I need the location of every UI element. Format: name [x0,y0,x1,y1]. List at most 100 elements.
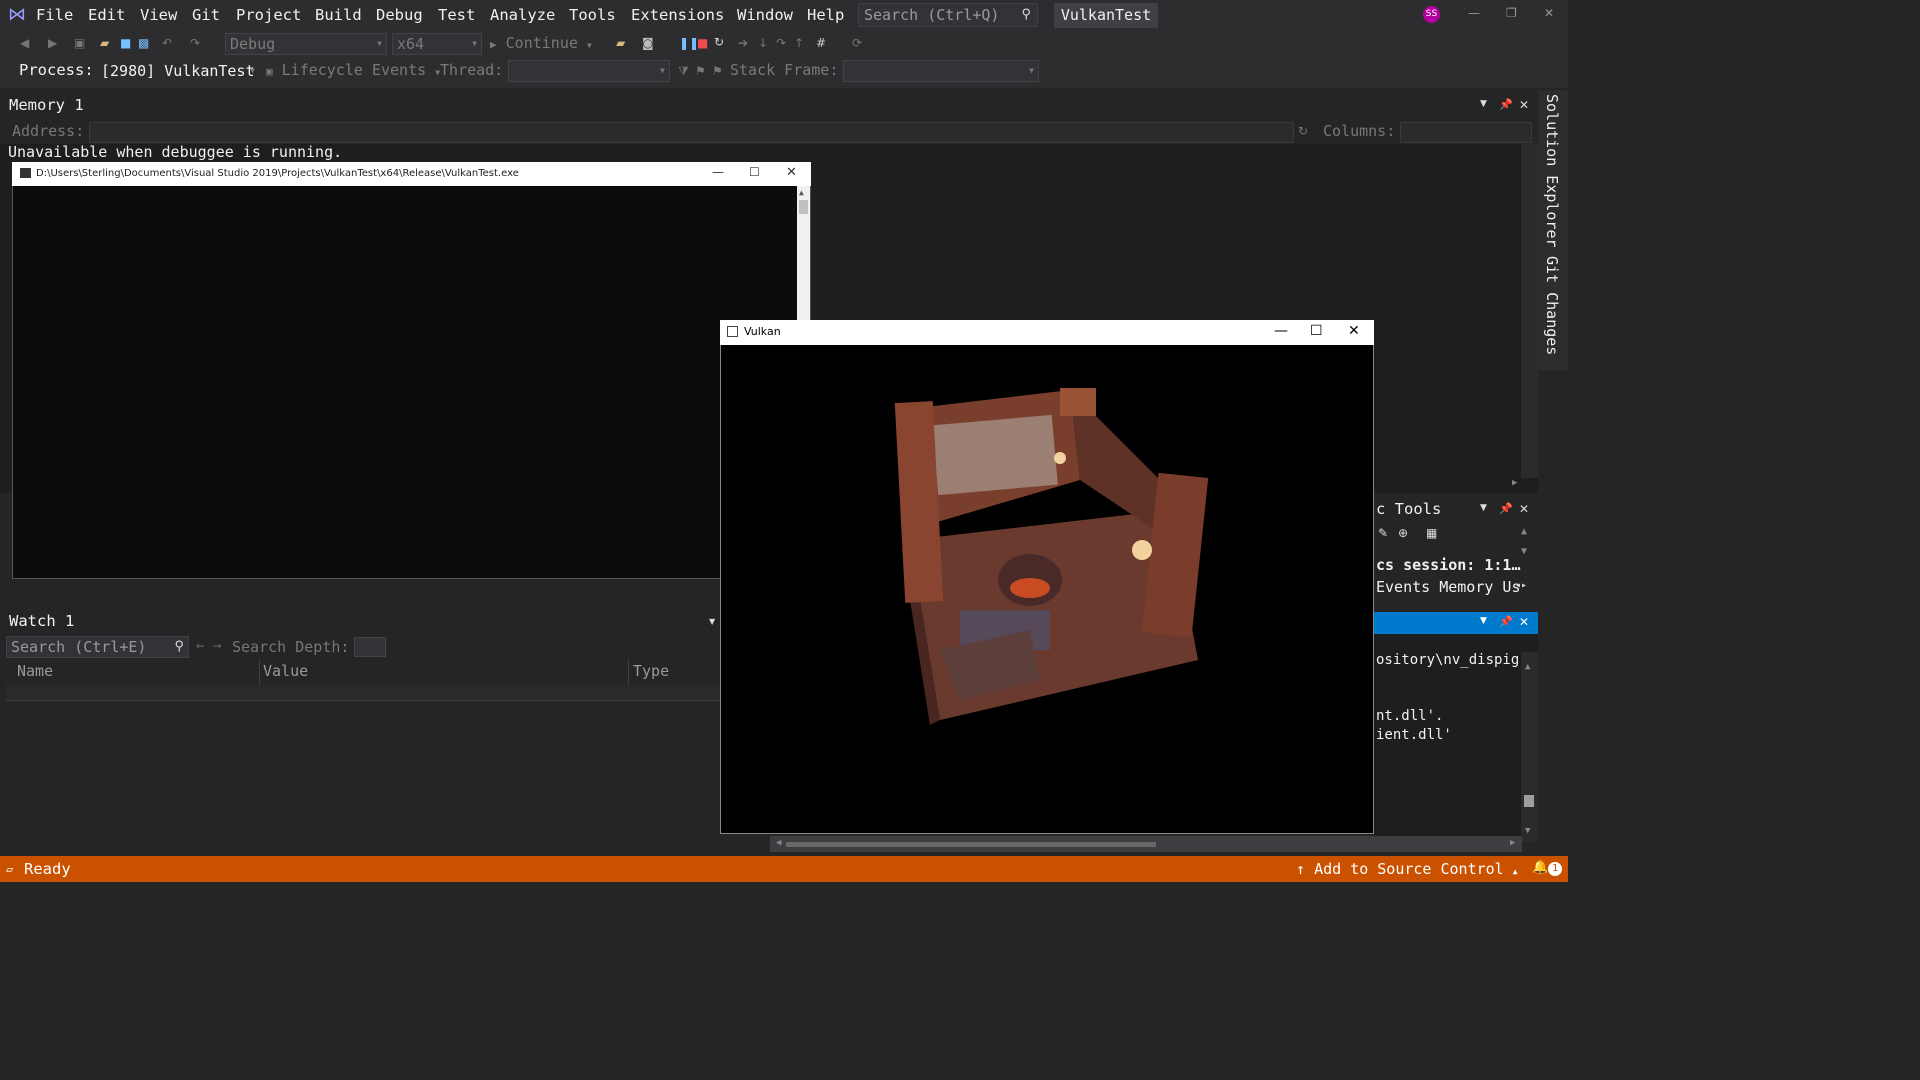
folder-icon[interactable]: ▰ [616,36,625,50]
configuration-dropdown[interactable]: Debug ▼ [225,33,387,55]
navigate-forward-icon[interactable]: ▶ [48,36,57,50]
pin-icon[interactable]: 📌 [1499,615,1513,628]
panel-options-icon[interactable]: ▼ [1480,503,1487,513]
tab-solution-explorer[interactable]: Solution Explorer [1543,94,1561,248]
maximize-icon[interactable]: ☐ [749,165,760,179]
stop-debugging-icon[interactable]: ■ [697,36,708,50]
tab-scroll-icon[interactable]: ◂▸ [1515,580,1527,591]
watch-search-input[interactable]: Search (Ctrl+E) ⚲ [6,636,189,658]
menu-tools[interactable]: Tools [569,4,616,26]
menu-test[interactable]: Test [438,4,475,26]
navigate-back-icon[interactable]: ◀ [20,36,29,50]
user-avatar[interactable]: SS [1423,6,1440,23]
flag-all-icon[interactable]: ⚑ [712,64,723,78]
new-item-icon[interactable]: ▣ [74,36,85,50]
thread-dropdown[interactable]: ▼ [508,60,670,82]
menu-edit[interactable]: Edit [88,4,125,26]
menu-view[interactable]: View [140,4,177,26]
scroll-right-icon[interactable]: ▶ [1512,478,1517,488]
pin-icon[interactable]: 📌 [1499,98,1513,111]
open-file-icon[interactable]: ▰ [100,36,109,50]
continue-button[interactable]: ▶ Continue ▼ [490,34,592,52]
scroll-down-icon[interactable]: ▼ [1521,546,1527,557]
menu-window[interactable]: Window [737,4,793,26]
settings-icon[interactable]: ▦ [1426,526,1437,540]
zoom-in-icon[interactable]: ⊕ [1398,526,1408,540]
panel-options-icon[interactable]: ▼ [1480,99,1487,109]
search-depth-dropdown[interactable] [354,637,386,657]
stack-frame-dropdown[interactable]: ▼ [843,60,1039,82]
panel-options-icon[interactable]: ▼ [1480,616,1487,626]
maximize-icon[interactable]: ❐ [1506,6,1517,20]
output-scroll-thumb[interactable] [1524,795,1534,807]
pin-icon[interactable]: 📌 [1499,502,1513,515]
camera-icon[interactable]: ◙ [642,36,654,50]
platform-dropdown[interactable]: x64 ▼ [392,33,482,55]
scroll-up-icon[interactable]: ▲ [1521,526,1527,537]
column-header-value[interactable]: Value [263,662,308,680]
step-into-icon[interactable]: ↓ [758,36,768,50]
menu-analyze[interactable]: Analyze [490,4,555,26]
search-back-icon[interactable]: ← [196,638,204,654]
column-header-type[interactable]: Type [633,662,669,680]
refresh-icon[interactable]: ⟳ [852,36,862,50]
select-tool-icon[interactable]: ✎ [1378,526,1388,540]
show-next-statement-icon[interactable]: ➔ [738,36,748,50]
scroll-right-icon[interactable]: ▶ [1510,838,1515,848]
output-scrollbar[interactable] [1521,652,1538,842]
watch-empty-row[interactable] [6,684,720,701]
flag-icon[interactable]: ⚑ [695,64,706,78]
step-out-icon[interactable]: ↑ [794,36,804,50]
close-panel-icon[interactable]: ✕ [1519,502,1529,516]
scroll-down-icon[interactable]: ▼ [1525,826,1530,836]
scroll-up-icon[interactable]: ▲ [799,188,804,197]
maximize-icon[interactable]: ☐ [1310,323,1323,339]
minimize-icon[interactable]: — [712,165,724,179]
minimize-icon[interactable]: — [1274,323,1288,339]
visual-studio-logo-icon[interactable]: ⋈ [6,4,28,26]
menu-file[interactable]: File [36,4,73,26]
columns-dropdown[interactable] [1400,122,1532,143]
minimize-icon[interactable]: — [1468,6,1480,20]
process-dropdown[interactable]: [2980] VulkanTest ▼ [96,60,260,82]
menu-project[interactable]: Project [236,4,301,26]
close-icon[interactable]: ✕ [786,165,797,180]
undo-icon[interactable]: ↶ [162,36,172,50]
panel-options-icon[interactable]: ▼ [709,617,715,626]
save-all-icon[interactable]: ▩ [138,36,149,50]
arrow-up-icon: ↑ [1296,860,1306,878]
close-icon[interactable]: ✕ [1544,6,1554,20]
lifecycle-events-button[interactable]: ▣ Lifecycle Events ▼ [266,61,440,79]
menu-help[interactable]: Help [807,4,844,26]
console-scroll-thumb[interactable] [799,200,808,214]
redo-icon[interactable]: ↷ [190,36,200,50]
menu-git[interactable]: Git [192,4,220,26]
search-placeholder: Search (Ctrl+Q) [864,6,1000,24]
scroll-left-icon[interactable]: ◀ [776,838,781,848]
filter-icon[interactable]: ⧩ [678,64,689,79]
close-panel-icon[interactable]: ✕ [1519,615,1529,629]
hex-display-icon[interactable]: # [816,36,826,50]
close-panel-icon[interactable]: ✕ [1519,98,1529,112]
reevaluate-icon[interactable]: ↻ [1298,124,1308,138]
console-window[interactable] [12,162,811,579]
diagnostics-tabs[interactable]: Events Memory Us [1376,578,1521,596]
add-to-source-control-button[interactable]: ↑ Add to Source Control ▲ [1296,860,1518,878]
menu-extensions[interactable]: Extensions [631,4,724,26]
tab-git-changes[interactable]: Git Changes [1543,256,1561,355]
save-icon[interactable]: ■ [120,36,131,50]
step-over-icon[interactable]: ↷ [776,36,786,50]
search-forward-icon[interactable]: → [213,638,221,654]
menu-build[interactable]: Build [315,4,362,26]
horizontal-scroll-thumb[interactable] [786,842,1156,847]
columns-label: Columns: [1323,122,1396,140]
address-input[interactable] [89,122,1294,143]
column-header-name[interactable]: Name [17,662,53,680]
menu-debug[interactable]: Debug [376,4,423,26]
memory-vertical-scrollbar[interactable] [1521,144,1538,478]
restart-icon[interactable]: ↻ [714,35,724,49]
global-search-input[interactable]: Search (Ctrl+Q) ⚲ [858,3,1038,27]
close-icon[interactable]: ✕ [1348,323,1360,339]
scroll-up-icon[interactable]: ▲ [1525,662,1530,672]
notifications-button[interactable]: 🔔 1 [1532,860,1563,876]
